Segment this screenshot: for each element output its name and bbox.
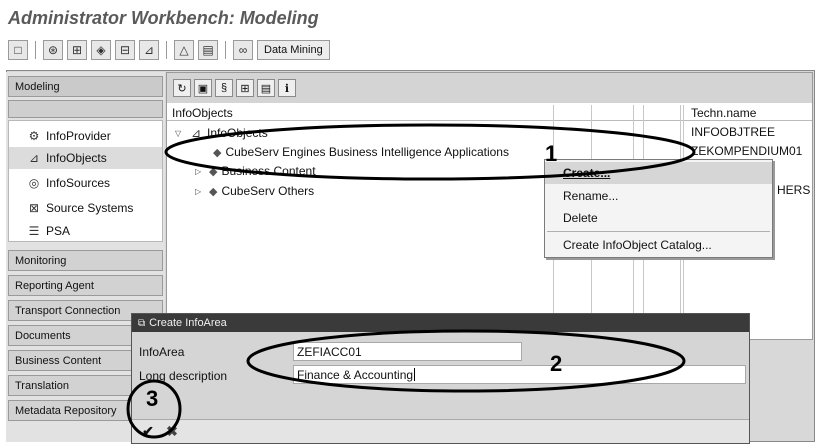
expand-right-icon[interactable]: ▷ — [195, 187, 205, 196]
nav-section-modeling[interactable]: Modeling — [8, 76, 163, 97]
triangle-icon[interactable]: △ — [174, 40, 194, 60]
create-infoarea-dialog: ⧉ Create InfoArea InfoArea ZEFIACC01 Lon… — [131, 313, 750, 444]
nav-item-label: Source Systems — [46, 201, 134, 215]
nav-item-label: InfoProvider — [46, 129, 111, 143]
nav-blank-bar — [8, 100, 163, 118]
techn-name-cell: INFOOBJTREE — [691, 125, 776, 139]
annotation-number-1: 1 — [545, 141, 558, 166]
long-description-input[interactable]: Finance & Accounting — [293, 365, 746, 384]
toolbar-separator — [35, 41, 36, 59]
expand-right-icon[interactable]: ▷ — [195, 167, 205, 176]
menu-item-create[interactable]: Create... — [545, 162, 772, 184]
nav-item-label: PSA — [46, 224, 71, 238]
infoarea-icon: ◆ — [209, 165, 218, 178]
nav-item-label: InfoObjects — [46, 151, 107, 165]
nav-item-psa[interactable]: ☰ PSA — [9, 220, 162, 242]
modeling-list: ⚙ InfoProvider ⊿ InfoObjects ◎ InfoSourc… — [8, 120, 163, 242]
tree-node-label: CubeServ Others — [221, 184, 315, 198]
data-mining-button[interactable]: Data Mining — [257, 40, 330, 60]
annotation-number-2: 2 — [550, 351, 563, 376]
nav-item-infoprovider[interactable]: ⚙ InfoProvider — [9, 125, 162, 147]
context-menu: Create... Rename... Delete Create InfoOb… — [544, 159, 773, 258]
nav-item-infosources[interactable]: ◎ InfoSources — [9, 172, 162, 194]
nav-item-label: InfoSources — [46, 176, 111, 190]
infoobject-icon: ⊿ — [190, 126, 202, 140]
column-header-infoobjects: InfoObjects — [172, 106, 233, 120]
settings-icon[interactable]: § — [215, 79, 233, 97]
dialog-button-bar: ✔ ✖ — [132, 419, 749, 443]
refresh-icon[interactable]: ↻ — [173, 79, 191, 97]
annotation-number-3: 3 — [146, 386, 159, 411]
nav-item-infoobjects[interactable]: ⊿ InfoObjects — [9, 147, 162, 169]
dialog-window-icon: ⧉ — [138, 317, 146, 329]
find-icon[interactable]: ⊞ — [236, 79, 254, 97]
expand-down-icon[interactable]: ▽ — [175, 129, 185, 138]
tree-node-business-content[interactable]: ▷ ◆ Business Content — [195, 163, 316, 179]
cube-icon[interactable]: ◈ — [91, 40, 111, 60]
infosource-icon: ◎ — [28, 176, 40, 190]
toolbar-separator — [225, 41, 226, 59]
infoarea-input[interactable]: ZEFIACC01 — [293, 342, 522, 361]
tree-node-label: CubeServ Engines Business Intelligence A… — [225, 145, 509, 159]
confirm-button[interactable]: ✔ — [138, 423, 158, 441]
source-system-icon: ⊠ — [28, 201, 40, 215]
long-description-label: Long description — [139, 369, 228, 383]
link-icon[interactable]: ∞ — [233, 40, 253, 60]
tree-toolbar: ↻ ▣ § ⊞ ▤ ℹ — [167, 73, 812, 103]
long-description-value: Finance & Accounting — [297, 367, 414, 382]
cancel-button[interactable]: ✖ — [162, 423, 182, 441]
infoprovider-icon: ⚙ — [28, 129, 40, 143]
infoobject-icon: ⊿ — [28, 151, 40, 165]
main-toolbar: □ ⊛ ⊞ ◈ ⊟ ⊿ △ ▤ ∞ Data Mining — [8, 38, 813, 62]
window-icon[interactable]: □ — [8, 40, 28, 60]
tree-header: InfoObjects Techn.name — [167, 105, 812, 121]
display-icon[interactable]: ▣ — [194, 79, 212, 97]
tree-node-cubeserv-others[interactable]: ▷ ◆ CubeServ Others — [195, 183, 314, 199]
infoarea-label: InfoArea — [139, 345, 185, 359]
menu-item-label: Create... — [563, 166, 611, 180]
menu-item-delete[interactable]: Delete — [545, 207, 772, 229]
infoarea-icon: ◆ — [213, 146, 222, 159]
tree-node-label: Business Content — [221, 164, 316, 178]
tree-node-cubeserv-engines[interactable]: ◆ CubeServ Engines Business Intelligence… — [213, 144, 509, 160]
tree-node-label: InfoObjects — [207, 126, 268, 140]
column-header-techn-name: Techn.name — [691, 106, 757, 120]
dialog-title-bar[interactable]: ⧉ Create InfoArea — [132, 314, 749, 332]
nav-section-reporting-agent[interactable]: Reporting Agent — [8, 275, 163, 296]
info-icon[interactable]: ℹ — [278, 79, 296, 97]
hierarchy-icon[interactable]: ⊞ — [67, 40, 87, 60]
menu-separator — [547, 231, 770, 232]
database-icon[interactable]: ⊟ — [115, 40, 135, 60]
dialog-title: Create InfoArea — [149, 317, 227, 329]
techn-name-cell: ZEKOMPENDIUM01 — [691, 144, 803, 158]
nav-item-source-systems[interactable]: ⊠ Source Systems — [9, 197, 162, 219]
layout-icon[interactable]: ▤ — [257, 79, 275, 97]
menu-item-create-infoobject-catalog[interactable]: Create InfoObject Catalog... — [545, 234, 772, 256]
infoarea-icon: ◆ — [209, 185, 218, 198]
psa-icon: ☰ — [28, 224, 40, 238]
tree-node-infoobjects[interactable]: ▽ ⊿ InfoObjects — [175, 125, 268, 141]
nav-section-monitoring[interactable]: Monitoring — [8, 250, 163, 271]
infoobject-icon[interactable]: ⊿ — [139, 40, 159, 60]
app-title: Administrator Workbench: Modeling — [8, 8, 319, 28]
techn-name-cell: HERS — [777, 183, 811, 197]
document-icon[interactable]: ▤ — [198, 40, 218, 60]
text-cursor — [414, 368, 416, 381]
menu-item-rename[interactable]: Rename... — [545, 185, 772, 207]
toolbar-separator — [166, 41, 167, 59]
binoculars-icon[interactable]: ⊛ — [43, 40, 63, 60]
